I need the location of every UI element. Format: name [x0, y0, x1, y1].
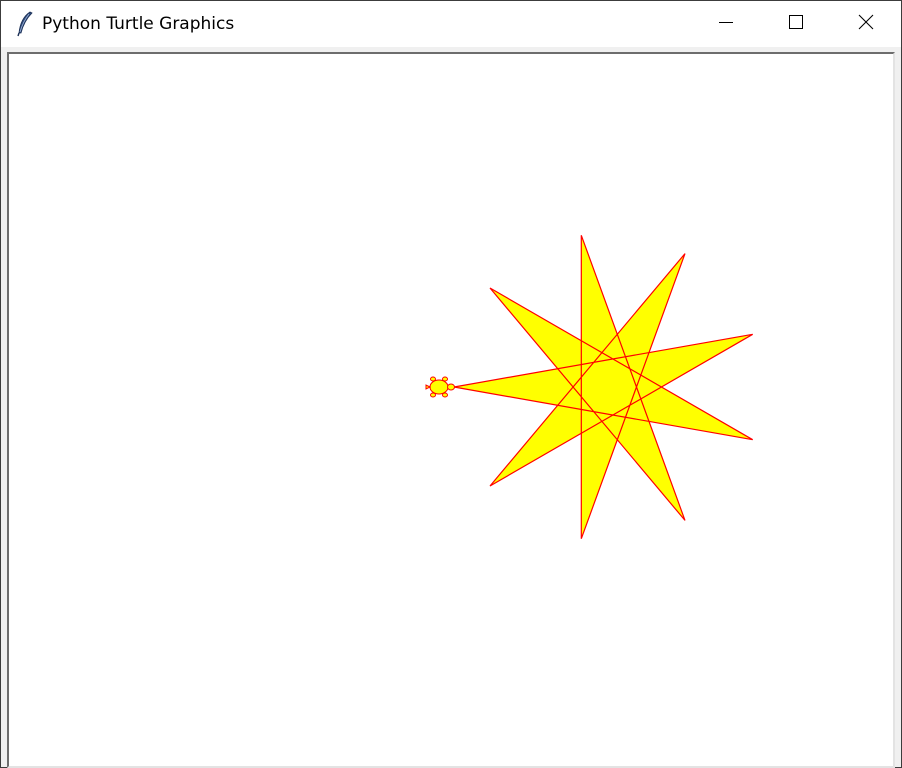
star-drawing: [453, 235, 754, 539]
turtle-cursor: [425, 376, 455, 398]
minimize-icon: [718, 14, 734, 34]
maximize-icon: [788, 14, 804, 34]
title-bar[interactable]: Python Turtle Graphics: [1, 1, 901, 47]
close-button[interactable]: [831, 1, 901, 47]
window-title: Python Turtle Graphics: [42, 14, 235, 34]
turtle-window: Python Turtle Graphics: [0, 0, 902, 768]
drawing-surface: [425, 235, 754, 539]
close-icon: [858, 14, 874, 34]
minimize-button[interactable]: [691, 1, 761, 47]
turtle-icon: [425, 376, 455, 398]
feather-icon: [15, 11, 35, 37]
turtle-canvas[interactable]: [7, 52, 895, 768]
star-polygon: [453, 235, 754, 539]
maximize-button[interactable]: [761, 1, 831, 47]
